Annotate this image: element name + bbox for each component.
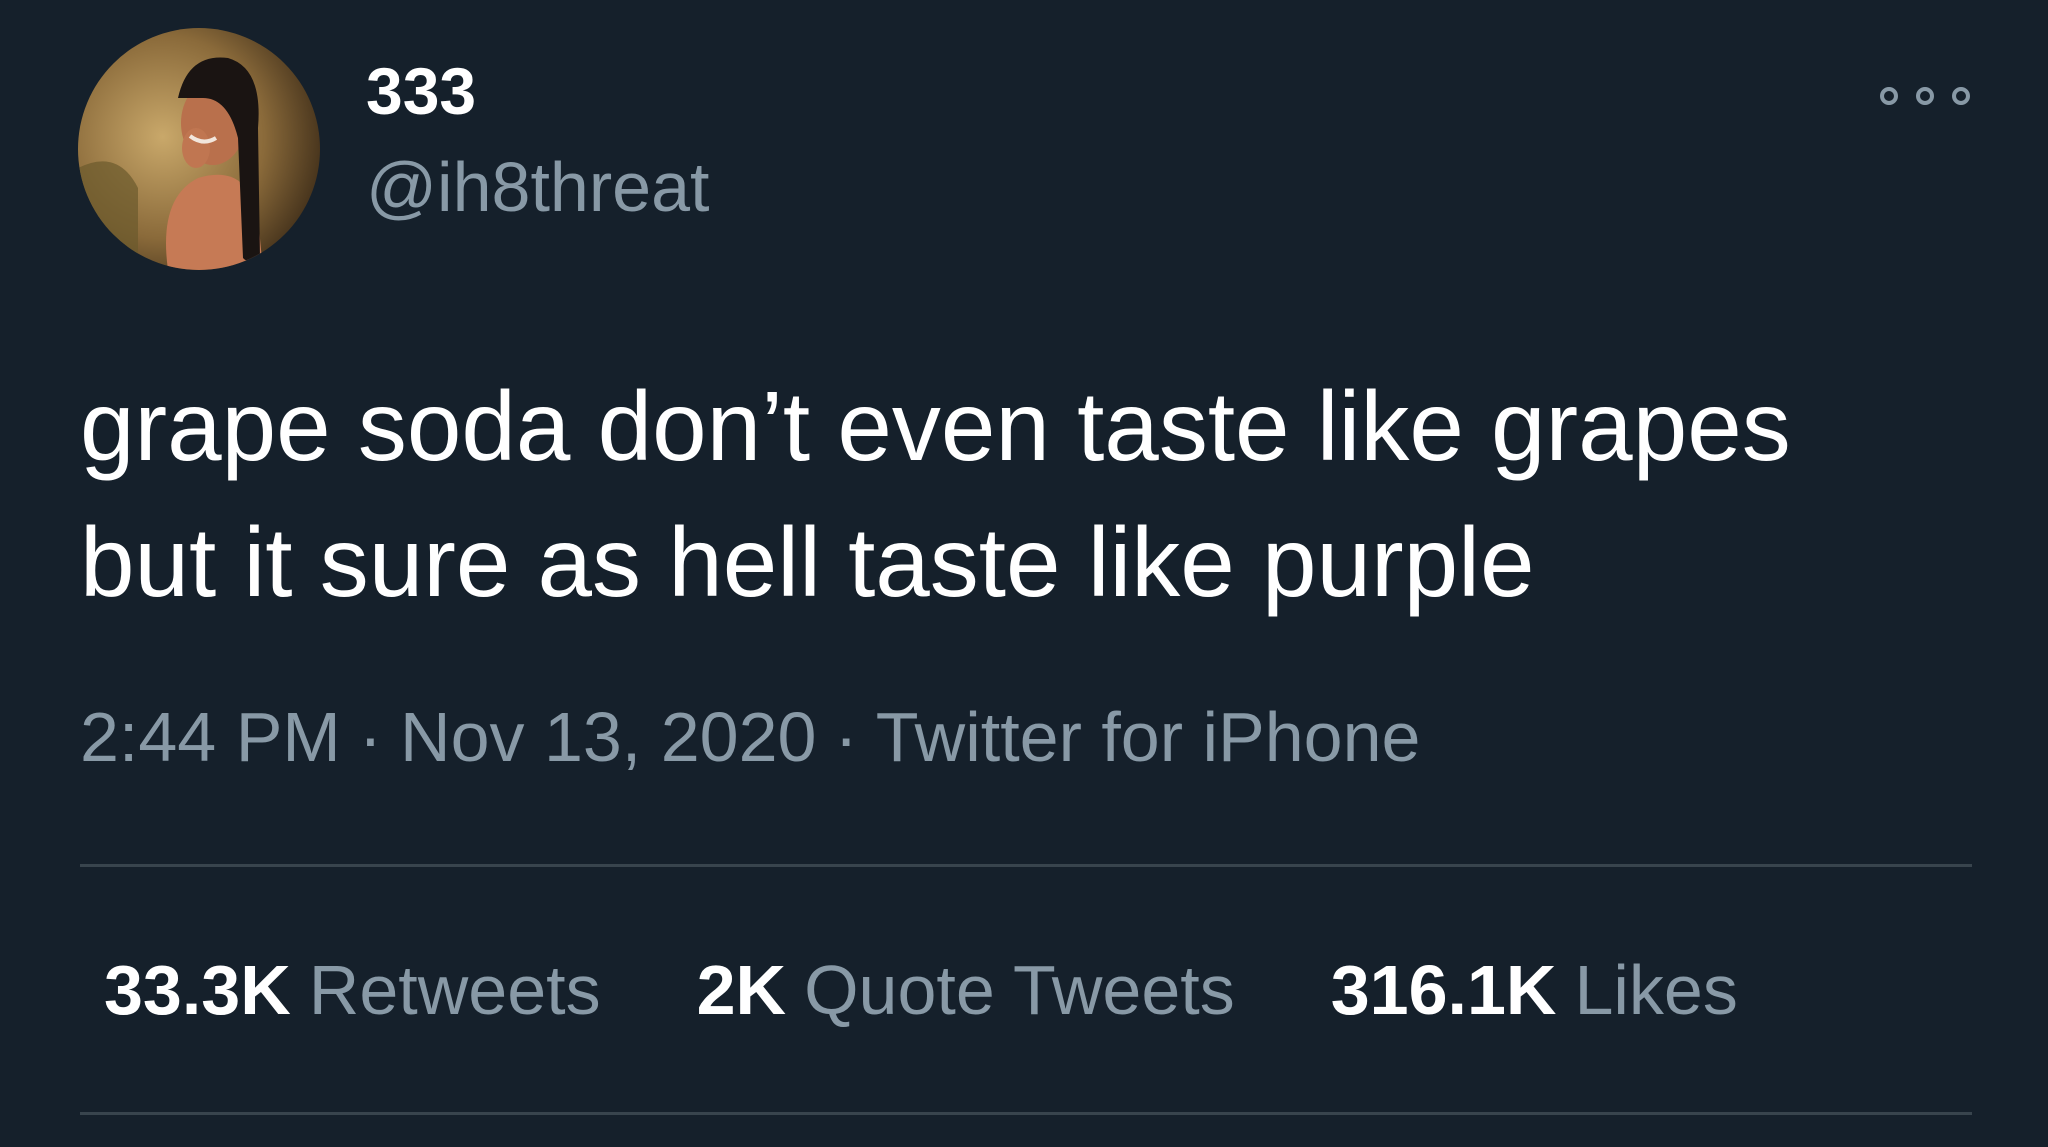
retweets-label: Retweets (308, 951, 601, 1029)
likes-label: Likes (1574, 951, 1738, 1029)
divider (80, 1112, 1972, 1115)
meta-separator: · (358, 698, 383, 776)
retweets-stat[interactable]: 33.3K Retweets (104, 955, 601, 1025)
more-options-button[interactable] (1880, 76, 1970, 116)
quote-tweets-count: 2K (696, 951, 787, 1029)
likes-stat[interactable]: 316.1K Likes (1331, 955, 1738, 1025)
display-name[interactable]: 333 (366, 58, 476, 124)
avatar-photo-icon (78, 28, 320, 270)
tweet-date[interactable]: Nov 13, 2020 (400, 698, 816, 776)
quote-tweets-stat[interactable]: 2K Quote Tweets (697, 955, 1235, 1025)
tweet-time[interactable]: 2:44 PM (80, 698, 341, 776)
tweet-meta: 2:44 PM · Nov 13, 2020 · Twitter for iPhone (80, 702, 1420, 772)
user-handle[interactable]: @ih8threat (366, 152, 709, 222)
more-options-icon (1916, 87, 1934, 105)
engagement-stats: 33.3K Retweets 2K Quote Tweets 316.1K Likes (104, 955, 1834, 1025)
more-options-icon (1880, 87, 1898, 105)
avatar[interactable] (78, 28, 320, 270)
quote-tweets-label: Quote Tweets (804, 951, 1235, 1029)
more-options-icon (1952, 87, 1970, 105)
retweets-count: 33.3K (104, 951, 291, 1029)
likes-count: 316.1K (1330, 951, 1557, 1029)
tweet-text: grape soda don’t even taste like grapes … (80, 371, 1791, 617)
tweet-card: 333 @ih8threat grape soda don’t even tas… (0, 0, 2048, 1147)
tweet-source[interactable]: Twitter for iPhone (876, 698, 1421, 776)
divider (80, 864, 1972, 867)
meta-separator: · (834, 698, 858, 776)
